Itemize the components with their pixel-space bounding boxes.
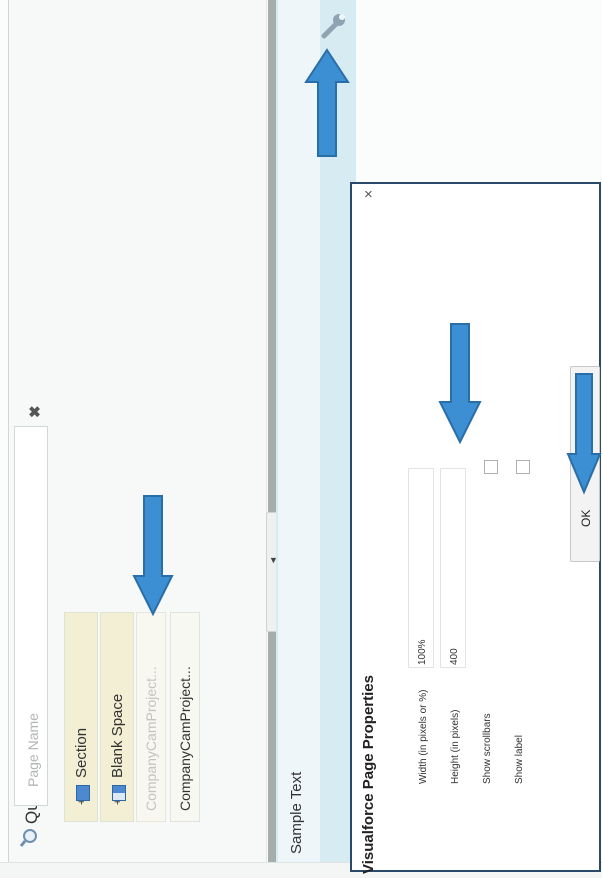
search-icon	[19, 829, 37, 847]
width-value: 100%	[417, 639, 428, 665]
show-scrollbars-label: Show scrollbars	[482, 713, 493, 784]
quick-find-input[interactable]: Page Name	[14, 426, 48, 806]
width-input[interactable]: 100%	[408, 468, 434, 668]
palette-item-label: CompanyCamProject...	[177, 666, 193, 811]
blank-space-icon	[112, 785, 126, 801]
height-input[interactable]: 400	[440, 468, 466, 668]
panel-border	[8, 0, 9, 862]
clear-icon[interactable]: ✖	[26, 405, 44, 418]
palette-item-section[interactable]: + Section	[64, 612, 98, 822]
panel-divider	[268, 0, 276, 862]
height-label: Height (in pixels)	[450, 709, 461, 784]
quick-find-placeholder: Page Name	[25, 713, 41, 787]
show-scrollbars-checkbox[interactable]	[484, 460, 498, 474]
palette-item-label: Section	[73, 727, 90, 778]
ok-button-label: OK	[579, 509, 593, 527]
page-layout-editor: Quick Find Page Name ✖ + Section + Blank…	[0, 0, 602, 878]
show-label-label: Show label	[514, 735, 525, 784]
palette-item-label: CompanyCamProject...	[143, 666, 159, 811]
wrench-icon[interactable]	[314, 8, 350, 44]
height-value: 400	[449, 648, 460, 665]
close-icon[interactable]: ×	[364, 186, 373, 203]
section-icon	[76, 785, 90, 801]
palette-item-label: Blank Space	[109, 693, 126, 778]
palette-item-visualforce-page[interactable]: CompanyCamProject...	[170, 612, 200, 822]
annotation-arrow-down-icon	[566, 373, 602, 495]
sample-text: Sample Text	[288, 771, 305, 854]
visualforce-properties-dialog: Visualforce Page Properties × Width (in …	[350, 182, 601, 874]
palette-item-visualforce-page[interactable]: CompanyCamProject...	[136, 612, 166, 822]
annotation-arrow-down-icon	[132, 495, 174, 617]
annotation-arrow-down-icon	[438, 323, 482, 445]
palette-item-blank-space[interactable]: + Blank Space	[100, 612, 134, 822]
show-label-checkbox[interactable]	[516, 460, 530, 474]
width-label: Width (in pixels or %)	[418, 689, 429, 784]
dialog-title: Visualforce Page Properties	[360, 675, 377, 874]
annotation-arrow-up-icon	[304, 48, 350, 157]
